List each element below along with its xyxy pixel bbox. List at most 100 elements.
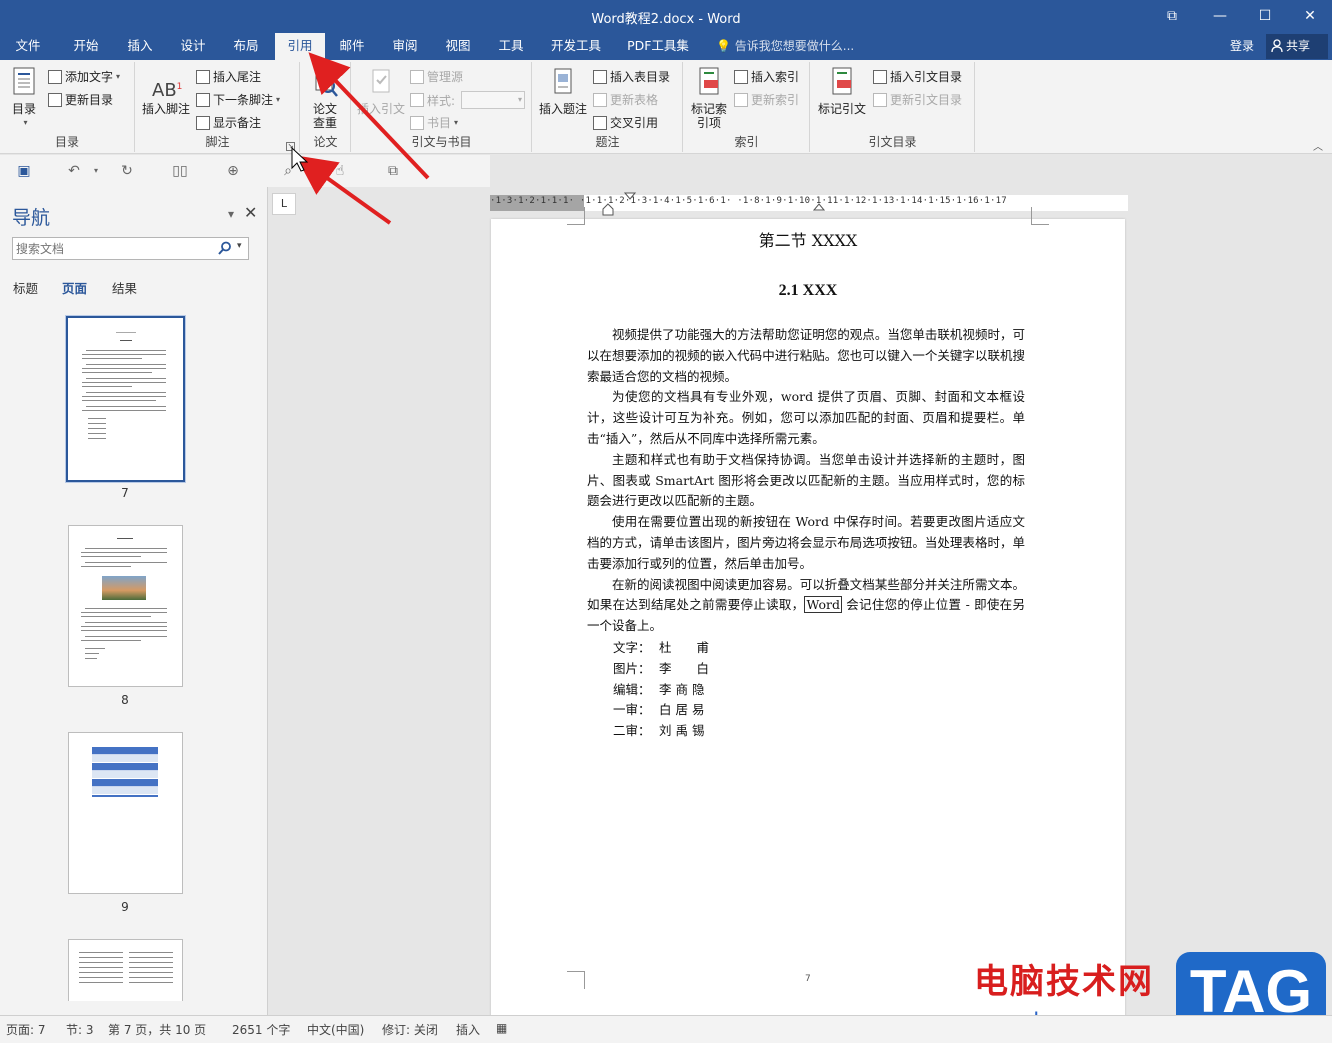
tell-me-text: 告诉我您想要做什么... xyxy=(734,39,855,53)
endnote-icon xyxy=(196,69,210,84)
tab-references[interactable]: 引用 xyxy=(275,33,325,60)
tab-mailings[interactable]: 邮件 xyxy=(330,33,374,60)
citation-style-label: 样式: xyxy=(427,93,456,108)
status-language[interactable]: 中文(中国) xyxy=(307,1021,364,1038)
update-toa-label: 更新引文目录 xyxy=(890,93,963,107)
insert-endnote-button[interactable]: 插入尾注 xyxy=(196,68,261,85)
tab-review[interactable]: 审阅 xyxy=(383,33,427,60)
chevron-down-icon[interactable]: ▾ xyxy=(237,241,242,251)
chevron-down-icon[interactable]: ▾ xyxy=(228,207,234,221)
minimize-button[interactable]: — xyxy=(1208,6,1232,26)
group-toc: 目录 ▾ 添加文字 ▾ 更新目录 目录 xyxy=(0,62,135,152)
tab-developer[interactable]: 开发工具 xyxy=(545,33,607,60)
tab-insert[interactable]: 插入 xyxy=(118,33,162,60)
ribbon-display-options-icon[interactable]: ⧉ xyxy=(1160,6,1184,26)
insert-index-icon xyxy=(734,69,748,84)
mark-entry-button[interactable]: 标记索引项 xyxy=(688,66,730,130)
nav-tab-results[interactable]: 结果 xyxy=(112,278,137,297)
status-section[interactable]: 节: 3 xyxy=(66,1021,94,1038)
update-toa-button[interactable]: 更新引文目录 xyxy=(873,91,962,108)
macro-record-icon[interactable]: ▦ xyxy=(496,1021,507,1035)
credit-row: 图片： 李 白 xyxy=(613,659,709,680)
footnote-dialog-launcher-icon[interactable]: ↘ xyxy=(286,142,295,151)
update-toc-button[interactable]: 更新目录 xyxy=(48,91,113,108)
insert-index-button[interactable]: 插入索引 xyxy=(734,68,799,85)
nav-tab-headings[interactable]: 标题 xyxy=(13,278,38,297)
search-input[interactable] xyxy=(13,238,203,259)
status-page-count[interactable]: 第 7 页，共 10 页 xyxy=(108,1021,206,1038)
bibliography-button[interactable]: 书目 ▾ xyxy=(410,114,458,131)
search-icon[interactable] xyxy=(218,241,232,255)
cross-reference-button[interactable]: 交叉引用 xyxy=(593,114,658,131)
page-thumbnail-10[interactable] xyxy=(68,939,183,1001)
chevron-down-icon[interactable]: ▾ xyxy=(86,162,106,180)
update-table-button[interactable]: 更新表格 xyxy=(593,91,658,108)
group-citations: 插入引文 管理源 样式: ▾ 书目 ▾ 引文与书目 xyxy=(352,62,532,152)
page-thumbnail-9[interactable] xyxy=(68,732,183,894)
tab-design[interactable]: 设计 xyxy=(171,33,215,60)
insert-table-of-figures-button[interactable]: 插入表目录 xyxy=(593,68,670,85)
insert-caption-button[interactable]: 插入题注 xyxy=(537,66,589,116)
print-preview-icon[interactable]: ⌕ xyxy=(278,162,298,180)
show-notes-icon xyxy=(196,115,210,130)
mark-citation-label: 标记引文 xyxy=(817,102,866,116)
web-layout-icon[interactable]: ⊕ xyxy=(223,162,243,180)
undo-icon[interactable]: ↶ xyxy=(64,162,84,180)
toc-button[interactable]: 目录 ▾ xyxy=(6,66,42,130)
save-icon[interactable]: ▣ xyxy=(14,162,34,180)
chevron-down-icon: ▾ xyxy=(454,118,459,127)
login-link[interactable]: 登录 xyxy=(1230,33,1254,59)
collapse-ribbon-icon[interactable]: ︿ xyxy=(1313,138,1323,153)
manage-sources-button[interactable]: 管理源 xyxy=(410,68,463,85)
insert-toa-button[interactable]: 插入引文目录 xyxy=(873,68,962,85)
page-thumbnail-7[interactable] xyxy=(66,316,185,482)
paper-check-button[interactable]: 论文查重 xyxy=(307,66,343,130)
paragraph: 在新的阅读视图中阅读更加容易。可以折叠文档某些部分并关注所需文本。如果在达到结尾… xyxy=(587,575,1025,637)
status-track-changes[interactable]: 修订: 关闭 xyxy=(382,1021,438,1038)
tab-layout[interactable]: 布局 xyxy=(224,33,268,60)
page-thumbnail-8[interactable] xyxy=(68,525,183,687)
group-captions-label: 题注 xyxy=(595,135,620,149)
tab-selector[interactable]: L xyxy=(272,193,296,215)
citation-style[interactable]: 样式: ▾ xyxy=(410,91,526,109)
mark-citation-button[interactable]: 标记引文 xyxy=(815,66,869,116)
hanging-indent-marker-icon[interactable] xyxy=(602,203,614,217)
close-button[interactable]: ✕ xyxy=(1298,6,1322,26)
tab-pdf-tools[interactable]: PDF工具集 xyxy=(622,33,694,60)
tab-home[interactable]: 开始 xyxy=(64,33,108,60)
credit-name: 刘 禹 锡 xyxy=(659,723,705,739)
nav-title: 导航 xyxy=(12,207,51,229)
status-page[interactable]: 页面: 7 xyxy=(6,1021,46,1038)
update-index-button[interactable]: 更新索引 xyxy=(734,91,799,108)
tab-view[interactable]: 视图 xyxy=(436,33,480,60)
nav-tab-pages[interactable]: 页面 xyxy=(62,278,87,297)
customize-icon[interactable]: ⧉ xyxy=(383,162,403,180)
right-indent-marker-icon[interactable] xyxy=(813,203,825,213)
close-icon[interactable]: ✕ xyxy=(244,203,257,222)
read-mode-icon[interactable]: ▯▯ xyxy=(170,162,190,180)
next-footnote-button[interactable]: 下一条脚注 ▾ xyxy=(196,91,280,108)
citation-style-select[interactable]: ▾ xyxy=(461,91,526,109)
search-box: ▾ xyxy=(12,237,249,260)
touch-mode-icon[interactable]: ☝ xyxy=(330,162,350,180)
status-bar: 页面: 7 节: 3 第 7 页，共 10 页 2651 个字 中文(中国) 修… xyxy=(0,1015,1332,1043)
credit-role: 二审： xyxy=(613,723,651,739)
document-page[interactable]: 第二节 XXXX 2.1 XXX 视频提供了功能强大的方法帮助您证明您的观点。当… xyxy=(491,207,1125,1019)
paragraph: 视频提供了功能强大的方法帮助您证明您的观点。当您单击联机视频时，可以在想要添加的… xyxy=(587,327,1025,384)
insert-citation-button[interactable]: 插入引文 xyxy=(356,66,406,116)
redo-icon[interactable]: ↻ xyxy=(117,162,137,180)
share-button[interactable]: 共享 xyxy=(1266,34,1328,59)
insert-footnote-button[interactable]: AB1 插入脚注 xyxy=(140,76,192,116)
tell-me-box[interactable]: 💡 告诉我您想要做什么... xyxy=(716,33,854,60)
margin-corner xyxy=(567,207,585,225)
tab-tools[interactable]: 工具 xyxy=(489,33,533,60)
tab-file[interactable]: 文件 xyxy=(6,33,50,60)
chevron-down-icon: ▾ xyxy=(518,95,523,104)
first-line-indent-marker-icon[interactable] xyxy=(624,192,636,214)
status-insert-mode[interactable]: 插入 xyxy=(456,1021,480,1038)
show-notes-button[interactable]: 显示备注 xyxy=(196,114,261,131)
add-text-button[interactable]: 添加文字 ▾ xyxy=(48,68,120,85)
maximize-button[interactable]: ☐ xyxy=(1253,6,1277,26)
status-word-count[interactable]: 2651 个字 xyxy=(232,1021,290,1038)
toc-label: 目录 xyxy=(11,102,36,116)
